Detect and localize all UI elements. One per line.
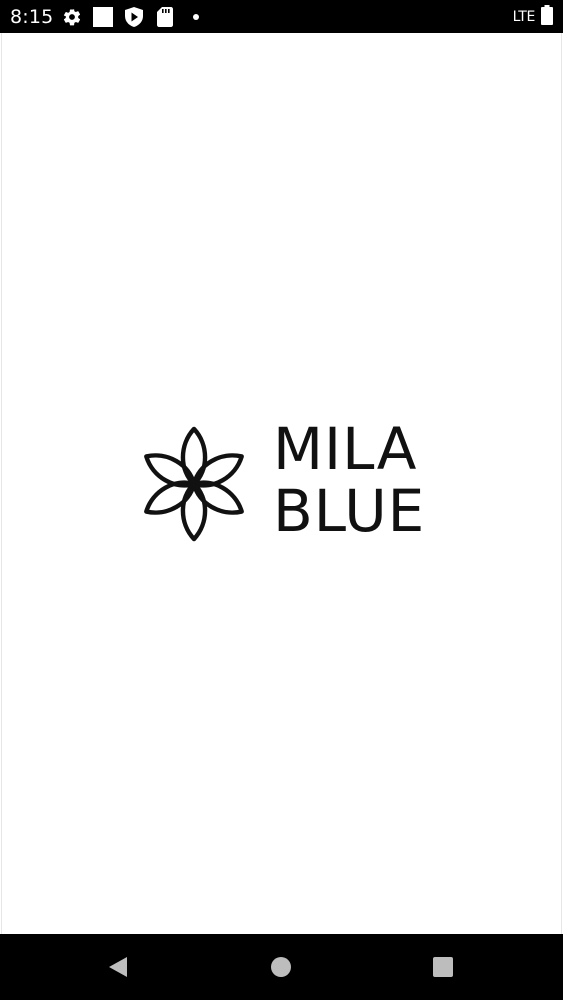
navigation-bar [0, 934, 563, 1000]
shield-play-icon [124, 7, 144, 27]
brand-line-2: BLUE [273, 477, 426, 545]
status-bar: 8:15 LTE [0, 0, 563, 33]
home-button[interactable] [266, 952, 296, 982]
brand-line-1: MILA [273, 415, 418, 483]
device-screen: 8:15 LTE MILA BLUE [0, 0, 563, 1000]
sd-card-icon [155, 7, 175, 27]
home-circle-icon [271, 957, 291, 977]
network-type-label: LTE [512, 9, 536, 25]
recents-button[interactable] [428, 952, 458, 982]
gear-icon [62, 7, 82, 27]
back-triangle-icon [109, 957, 127, 977]
dot-icon [186, 7, 206, 27]
recents-square-icon [433, 957, 453, 977]
status-notification-icons [62, 6, 217, 28]
status-system-icons: LTE [512, 4, 553, 30]
status-time: 8:15 [10, 6, 54, 28]
brand-wordmark: MILA BLUE [273, 418, 425, 542]
square-notification-icon [93, 7, 113, 27]
flower-logo-icon [144, 426, 244, 542]
back-button[interactable] [103, 952, 133, 982]
battery-icon [541, 4, 553, 30]
